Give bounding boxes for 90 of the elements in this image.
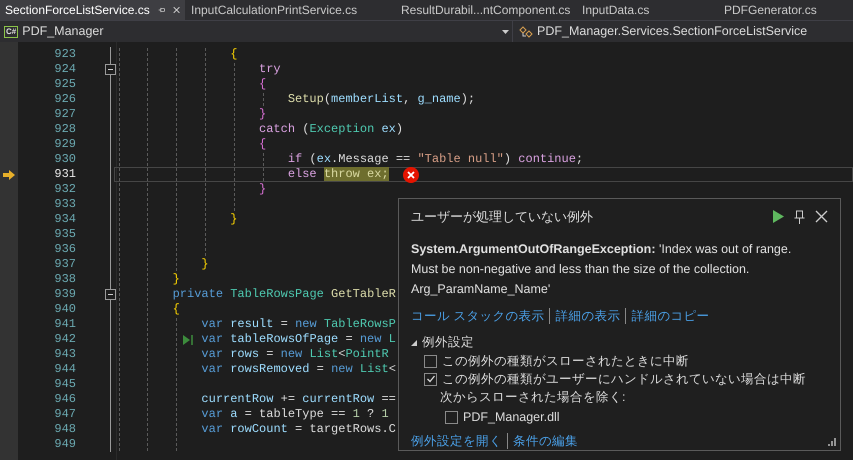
code-line: } <box>259 108 266 121</box>
code-line: try <box>259 63 281 76</box>
caret-icon <box>502 30 509 34</box>
code-line: var result = new TableRowsP <box>201 318 396 331</box>
code-line: var rowCount = targetRows.C <box>201 423 396 436</box>
class-icon <box>519 26 533 38</box>
continue-icon[interactable] <box>773 210 784 224</box>
option-label: この例外の種類がユーザーにハンドルされていない場合は中断 <box>442 371 806 388</box>
section-title: 例外設定 <box>422 334 474 352</box>
expand-icon[interactable] <box>411 340 417 346</box>
line-number: 933 <box>54 197 76 212</box>
tab-label: ResultDurabil...ntComponent.cs <box>401 2 570 19</box>
action-link[interactable]: 詳細のコピー <box>631 306 710 326</box>
code-line: { <box>230 48 238 61</box>
line-number: 944 <box>54 362 76 377</box>
option-label: この例外の種類がスローされたときに中断 <box>442 353 689 370</box>
popup-title: ユーザーが処理していない例外 <box>411 208 593 226</box>
line-number: 945 <box>54 377 76 392</box>
code-line: } <box>259 183 266 196</box>
line-number: 928 <box>54 122 76 137</box>
line-number: 942 <box>54 332 76 347</box>
checkbox[interactable] <box>424 372 437 386</box>
type-dropdown[interactable]: PDF_Manager.Services.SectionForceListService <box>513 21 808 42</box>
line-number: 923 <box>54 47 76 62</box>
code-line: { <box>259 138 266 151</box>
settings-link[interactable]: 条件の編集 <box>513 432 578 451</box>
resize-grip-icon[interactable] <box>827 437 837 447</box>
project-name: PDF_Manager <box>22 23 104 40</box>
action-link[interactable]: 詳細の表示 <box>555 306 620 326</box>
code-line: if (ex.Message == "Table null") continue; <box>288 153 584 166</box>
checkbox[interactable] <box>424 354 437 368</box>
line-number: 931 <box>54 167 76 182</box>
line-number: 940 <box>54 302 76 317</box>
code-line: } <box>172 273 180 286</box>
settings-link[interactable]: 例外設定を開く <box>411 432 502 451</box>
code-line: private TableRowsPage GetTableR <box>172 288 396 301</box>
line-number: 935 <box>54 227 76 242</box>
line-number: 924 <box>54 62 76 77</box>
line-number: 941 <box>54 317 76 332</box>
option-label: PDF_Manager.dll <box>463 409 560 426</box>
tab-label: PDFGenerator.cs <box>724 2 817 19</box>
code-line: } <box>230 213 238 226</box>
line-number: 927 <box>54 107 76 122</box>
pin-icon[interactable] <box>158 5 165 15</box>
file-tab[interactable]: InputData.cs <box>570 0 700 20</box>
tab-label: InputCalculationPrintService.cs <box>191 2 358 19</box>
action-link[interactable]: コール スタックの表示 <box>411 306 544 326</box>
code-line: var tableRowsOfPage = new L <box>201 333 396 346</box>
code-line: { <box>259 78 266 91</box>
file-tab[interactable]: SectionForceListService.cs <box>0 0 185 20</box>
line-number: 937 <box>54 257 76 272</box>
csharp-project-icon: C# <box>4 26 18 38</box>
close-icon[interactable] <box>815 210 828 224</box>
code-line: var rowsRemoved = new List< <box>201 363 396 376</box>
code-line: var a = tableType == 1 ? 1 <box>201 408 389 421</box>
code-line: } <box>201 258 209 271</box>
file-tab[interactable]: PDFGenerator.cs <box>700 0 853 20</box>
code-line: var rows = new List<PointR <box>201 348 389 361</box>
collapse-icon[interactable] <box>105 289 116 300</box>
collapse-icon[interactable] <box>105 64 116 75</box>
pin-icon[interactable] <box>794 210 805 224</box>
code-line: { <box>172 303 180 316</box>
line-number: 949 <box>54 437 76 452</box>
line-number: 929 <box>54 137 76 152</box>
close-icon[interactable] <box>172 5 180 15</box>
line-number: 947 <box>54 407 76 422</box>
tab-label: InputData.cs <box>582 2 650 19</box>
line-number: 943 <box>54 347 76 362</box>
note-text: 次からスローされた場合を除く: <box>439 389 626 406</box>
run-to-cursor-icon[interactable] <box>183 334 194 344</box>
line-number: 936 <box>54 242 76 257</box>
line-number: 926 <box>54 92 76 107</box>
line-number: 932 <box>54 182 76 197</box>
line-number: 930 <box>54 152 76 167</box>
code-line: currentRow += currentRow == <box>201 393 396 406</box>
line-number: 939 <box>54 287 76 302</box>
exception-message: System.ArgumentOutOfRangeException: 'Index was out of range. Must be non-negative and less than the size of the collection. Arg_ParamName_Name' <box>411 240 792 298</box>
code-line: else throw ex; <box>288 168 389 181</box>
code-line: catch (Exception ex) <box>259 123 404 136</box>
checkbox[interactable] <box>445 410 458 424</box>
line-number: 938 <box>54 272 76 287</box>
file-tab[interactable]: InputCalculationPrintService.cs <box>185 0 395 20</box>
line-number: 925 <box>54 77 76 92</box>
line-number: 946 <box>54 392 76 407</box>
type-name: PDF_Manager.Services.SectionForceListService <box>537 23 808 40</box>
file-tab[interactable]: ResultDurabil...ntComponent.cs <box>395 0 570 20</box>
tab-label: SectionForceListService.cs <box>5 2 150 19</box>
code-line: Setup(memberList, g_name); <box>288 93 476 106</box>
line-number: 934 <box>54 212 76 227</box>
line-number: 948 <box>54 422 76 437</box>
